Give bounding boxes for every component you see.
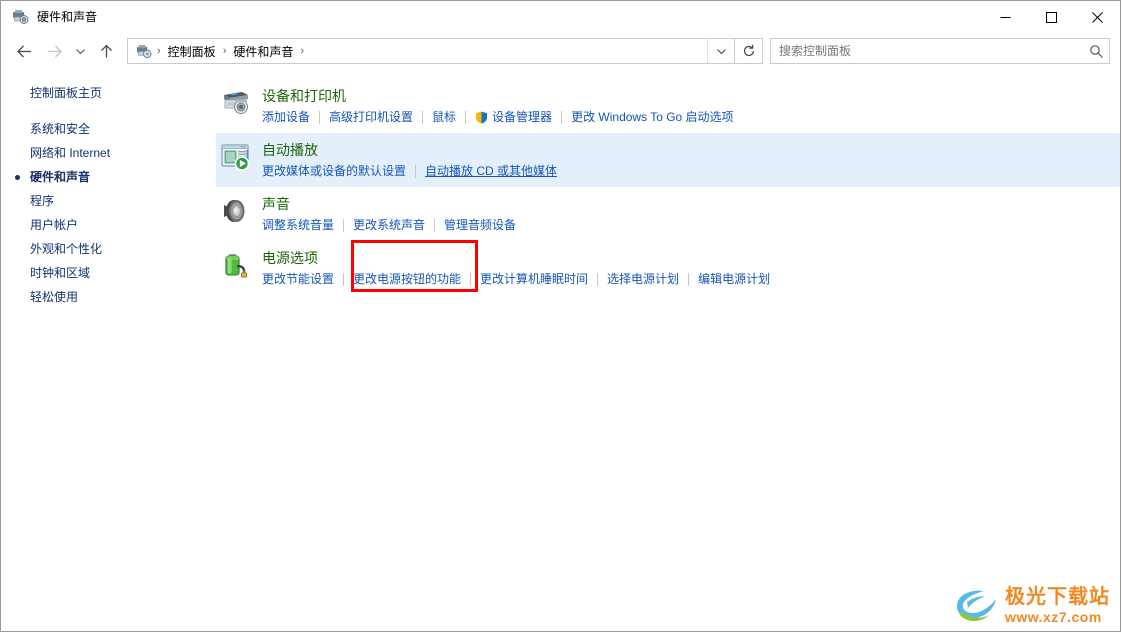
content-area: 控制面板主页 系统和安全 网络和 Internet 硬件和声音 程序 用户帐户 … (1, 69, 1120, 631)
control-panel-window: 硬件和声音 › 控制面板 › 硬件和声音 › 搜索控制面板 控制面板主页 系统和… (0, 0, 1121, 632)
speaker-icon (220, 195, 252, 227)
section-autoplay: 自动播放 更改媒体或设备的默认设置 自动播放 CD 或其他媒体 (216, 133, 1120, 187)
breadcrumb-separator-1: › (222, 45, 227, 57)
title-bar-left: 硬件和声音 (1, 9, 97, 25)
sidebar-item-control-panel-home[interactable]: 控制面板主页 (1, 81, 216, 105)
breadcrumb: › 控制面板 › 硬件和声音 › (128, 39, 707, 63)
link-separator (465, 111, 467, 124)
link-separator (343, 219, 345, 232)
link-separator (688, 273, 690, 286)
printer-device-icon (220, 87, 252, 119)
hardware-sound-icon (12, 9, 29, 25)
link-autoplay-cd-or-other-media[interactable]: 自动播放 CD 或其他媒体 (425, 163, 557, 180)
window-title: 硬件和声音 (37, 10, 98, 24)
forward-button[interactable] (39, 37, 69, 65)
link-change-computer-sleep-time[interactable]: 更改计算机睡眠时间 (480, 271, 588, 288)
battery-power-icon (220, 249, 252, 281)
breadcrumb-item-control-panel[interactable]: 控制面板 (163, 40, 221, 63)
section-links-autoplay: 更改媒体或设备的默认设置 自动播放 CD 或其他媒体 (262, 163, 557, 180)
link-change-media-device-defaults[interactable]: 更改媒体或设备的默认设置 (262, 163, 406, 180)
link-choose-power-plan[interactable]: 选择电源计划 (607, 271, 679, 288)
link-change-power-saving-settings[interactable]: 更改节能设置 (262, 271, 334, 288)
title-bar: 硬件和声音 (1, 1, 1120, 33)
recent-locations-chevron-down-icon[interactable] (69, 37, 91, 65)
back-button[interactable] (9, 37, 39, 65)
section-title-power-options[interactable]: 电源选项 (262, 249, 318, 267)
uac-shield-icon (475, 111, 488, 124)
section-power-options: 电源选项 更改节能设置 更改电源按钮的功能 更改计算机睡眠时间 选择电源计划 编… (216, 241, 1120, 295)
link-separator (319, 111, 321, 124)
search-input[interactable] (771, 39, 1083, 63)
section-title-autoplay[interactable]: 自动播放 (262, 141, 318, 159)
section-links-devices-printers: 添加设备 高级打印机设置 鼠标 设备管理器 更改 Windows To Go 启… (262, 109, 734, 126)
link-separator (561, 111, 563, 124)
up-button[interactable] (91, 37, 121, 65)
link-separator (422, 111, 424, 124)
link-advanced-printer-settings[interactable]: 高级打印机设置 (329, 109, 413, 126)
window-controls (982, 1, 1120, 33)
address-bar[interactable]: › 控制面板 › 硬件和声音 › (127, 38, 735, 64)
sidebar-item-clock-region[interactable]: 时钟和区域 (1, 261, 216, 285)
section-links-power-options: 更改节能设置 更改电源按钮的功能 更改计算机睡眠时间 选择电源计划 编辑电源计划 (262, 271, 770, 288)
search-icon[interactable] (1083, 44, 1109, 59)
sidebar-item-programs[interactable]: 程序 (1, 189, 216, 213)
link-mouse[interactable]: 鼠标 (432, 109, 456, 126)
breadcrumb-separator-0: › (157, 45, 161, 57)
sidebar-item-network-internet[interactable]: 网络和 Internet (1, 141, 216, 165)
link-edit-power-plan[interactable]: 编辑电源计划 (698, 271, 770, 288)
section-body-power-options: 电源选项 更改节能设置 更改电源按钮的功能 更改计算机睡眠时间 选择电源计划 编… (262, 248, 770, 288)
link-separator (343, 273, 345, 286)
section-links-sound: 调整系统音量 更改系统声音 管理音频设备 (262, 217, 516, 234)
link-separator (415, 165, 417, 178)
navigation-bar: › 控制面板 › 硬件和声音 › (1, 33, 1120, 69)
link-separator (434, 219, 436, 232)
sidebar-item-user-accounts[interactable]: 用户帐户 (1, 213, 216, 237)
search-box[interactable] (770, 38, 1110, 64)
sidebar-item-ease-of-access[interactable]: 轻松使用 (1, 285, 216, 309)
address-chevron-down-icon[interactable] (707, 39, 734, 63)
link-device-manager-label: 设备管理器 (492, 110, 553, 124)
section-devices-printers: 设备和打印机 添加设备 高级打印机设置 鼠标 设备管理器 更改 Windows … (216, 79, 1120, 133)
link-change-system-sounds[interactable]: 更改系统声音 (353, 217, 425, 234)
close-button[interactable] (1074, 1, 1120, 33)
sidebar-item-hardware-sound[interactable]: 硬件和声音 (1, 165, 216, 189)
breadcrumb-separator-2: › (300, 45, 305, 57)
minimize-button[interactable] (982, 1, 1028, 33)
link-adjust-system-volume[interactable]: 调整系统音量 (262, 217, 334, 234)
section-title-sound[interactable]: 声音 (262, 195, 290, 213)
breadcrumb-item-hardware-sound[interactable]: 硬件和声音 (228, 40, 298, 63)
section-body-autoplay: 自动播放 更改媒体或设备的默认设置 自动播放 CD 或其他媒体 (262, 140, 557, 180)
breadcrumb-hardware-sound-icon[interactable] (134, 44, 155, 59)
link-windows-to-go-startup-options[interactable]: 更改 Windows To Go 启动选项 (571, 109, 733, 126)
section-sound: 声音 调整系统音量 更改系统声音 管理音频设备 (216, 187, 1120, 241)
section-title-devices-printers[interactable]: 设备和打印机 (262, 87, 346, 105)
link-separator (597, 273, 599, 286)
maximize-button[interactable] (1028, 1, 1074, 33)
link-separator (470, 273, 472, 286)
section-body-devices-printers: 设备和打印机 添加设备 高级打印机设置 鼠标 设备管理器 更改 Windows … (262, 86, 734, 126)
autoplay-icon (220, 141, 252, 173)
link-device-manager[interactable]: 设备管理器 (475, 109, 552, 126)
sidebar-item-appearance-personalization[interactable]: 外观和个性化 (1, 237, 216, 261)
sidebar: 控制面板主页 系统和安全 网络和 Internet 硬件和声音 程序 用户帐户 … (1, 69, 216, 631)
refresh-button[interactable] (735, 38, 763, 64)
sidebar-item-system-security[interactable]: 系统和安全 (1, 117, 216, 141)
section-body-sound: 声音 调整系统音量 更改系统声音 管理音频设备 (262, 194, 516, 234)
link-change-power-button-behavior[interactable]: 更改电源按钮的功能 (353, 271, 461, 288)
link-manage-audio-devices[interactable]: 管理音频设备 (444, 217, 516, 234)
link-add-device[interactable]: 添加设备 (262, 109, 310, 126)
main-panel: 设备和打印机 添加设备 高级打印机设置 鼠标 设备管理器 更改 Windows … (216, 69, 1120, 631)
